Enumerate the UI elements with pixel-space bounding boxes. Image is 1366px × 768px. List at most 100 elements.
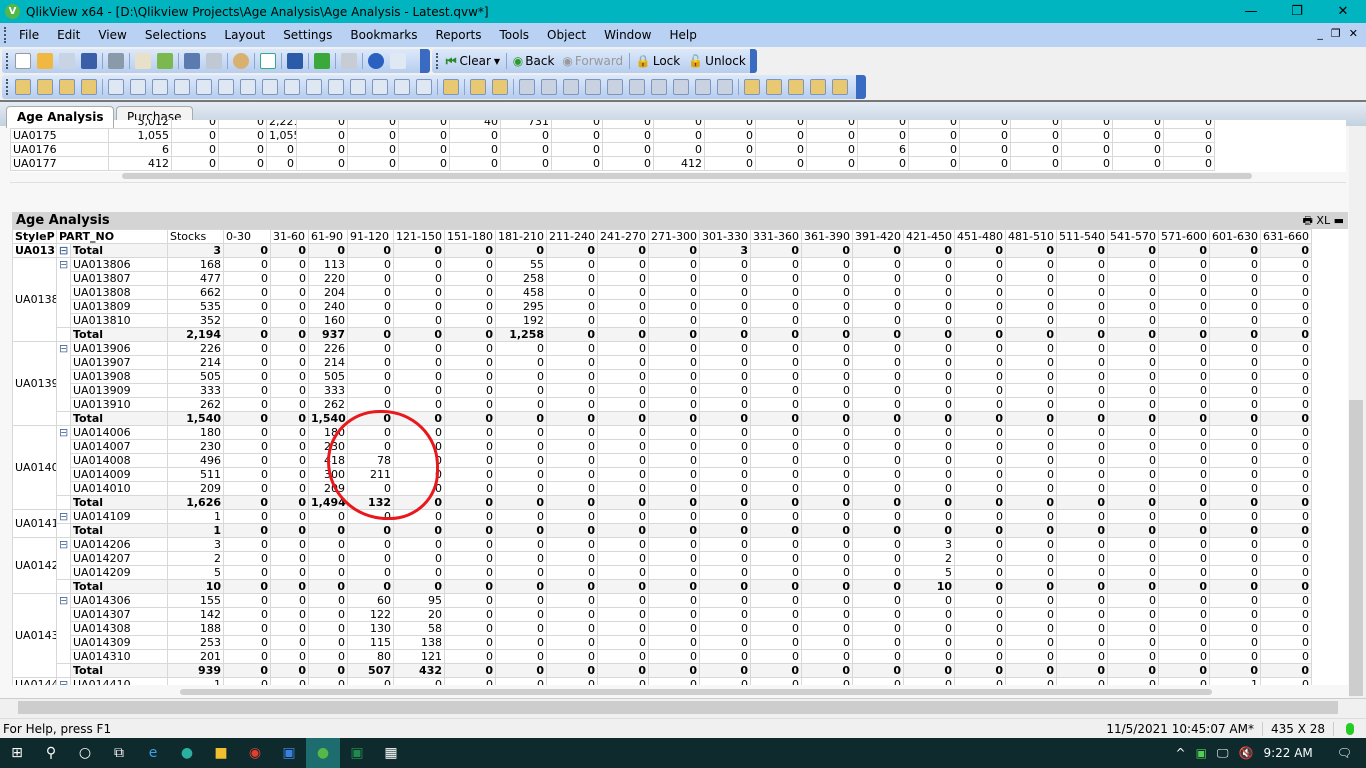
clear-button[interactable]: ⏮ Clear ▼: [442, 54, 504, 69]
part-no-cell[interactable]: UA014006: [69, 425, 169, 440]
menu-selections[interactable]: Selections: [136, 28, 216, 42]
column-header[interactable]: 331-360: [750, 229, 803, 244]
column-header[interactable]: 511-540: [1056, 229, 1109, 244]
tab-age-analysis[interactable]: Age Analysis: [6, 106, 115, 128]
table-box-icon[interactable]: [152, 79, 168, 95]
column-header[interactable]: StyleP: [12, 229, 57, 244]
search-icon[interactable]: ⚲: [34, 738, 68, 768]
column-header[interactable]: 481-510: [1005, 229, 1058, 244]
input-box-icon[interactable]: [218, 79, 234, 95]
part-no-cell[interactable]: UA013906: [69, 341, 169, 356]
context-help-icon[interactable]: [390, 53, 406, 69]
column-header[interactable]: 211-240: [546, 229, 599, 244]
column-header[interactable]: 631-660: [1260, 229, 1313, 244]
adjust-left-icon[interactable]: [695, 79, 711, 95]
part-no-cell[interactable]: UA013907: [69, 355, 169, 370]
redo-icon[interactable]: [206, 53, 222, 69]
chart-wizard-2-icon[interactable]: [443, 79, 459, 95]
clock[interactable]: 9:22 AM: [1263, 746, 1312, 760]
expand-cell[interactable]: [56, 285, 71, 300]
minimize-object-icon[interactable]: ▬: [1334, 214, 1344, 227]
bookmark-star-icon[interactable]: [314, 53, 330, 69]
column-header[interactable]: 421-450: [903, 229, 956, 244]
part-no-cell[interactable]: UA014008: [69, 453, 169, 468]
collapse-icon[interactable]: ⊟: [59, 343, 68, 355]
align-top-icon[interactable]: [629, 79, 645, 95]
vb-icon[interactable]: ▣: [272, 738, 306, 768]
search-object-icon[interactable]: [372, 79, 388, 95]
expand-cell[interactable]: [56, 369, 71, 384]
back-button[interactable]: ◉ Back: [509, 54, 559, 68]
search-icon[interactable]: [233, 53, 249, 69]
column-header[interactable]: 391-420: [852, 229, 905, 244]
part-no-cell[interactable]: UA014206: [69, 537, 169, 552]
mdi-restore-button[interactable]: ❐: [1331, 27, 1341, 40]
style-cell[interactable]: UA0138: [12, 257, 57, 342]
expand-cell[interactable]: [56, 551, 71, 566]
line-arrow-icon[interactable]: [306, 79, 322, 95]
chrome-icon[interactable]: ◉: [238, 738, 272, 768]
expand-cell[interactable]: [56, 313, 71, 328]
menu-reports[interactable]: Reports: [426, 28, 490, 42]
part-no-cell[interactable]: UA014009: [69, 467, 169, 482]
print-icon[interactable]: 🖶: [1303, 214, 1313, 227]
part-no-cell[interactable]: UA013908: [69, 369, 169, 384]
multi-box-icon[interactable]: [174, 79, 190, 95]
unlock-button[interactable]: 🔓 Unlock: [684, 54, 750, 68]
space-vertical-icon[interactable]: [651, 79, 667, 95]
expand-cell[interactable]: ⊟: [56, 509, 71, 524]
expand-cell[interactable]: [56, 621, 71, 636]
column-header[interactable]: 181-210: [495, 229, 548, 244]
format-painter-icon[interactable]: [470, 79, 486, 95]
menu-layout[interactable]: Layout: [215, 28, 274, 42]
collapse-icon[interactable]: ⊟: [59, 679, 68, 686]
column-header[interactable]: 121-150: [393, 229, 446, 244]
expand-cell[interactable]: [56, 453, 71, 468]
expand-cell[interactable]: [56, 271, 71, 286]
sheet-properties-icon[interactable]: [81, 79, 97, 95]
style-cell[interactable]: UA0140: [12, 425, 57, 510]
part-no-cell[interactable]: UA013910: [69, 397, 169, 412]
volume-muted-icon[interactable]: 🔇: [1238, 746, 1253, 760]
expand-cell[interactable]: [56, 439, 71, 454]
tray-overflow-icon[interactable]: ^: [1176, 746, 1186, 760]
part-no-cell[interactable]: UA014207: [69, 551, 169, 566]
forward-button[interactable]: ◉ Forward: [558, 54, 627, 68]
part-no-cell[interactable]: UA014309: [69, 635, 169, 650]
user-prefs-icon[interactable]: [744, 79, 760, 95]
minimize-button[interactable]: —: [1228, 0, 1274, 23]
expand-cell[interactable]: ⊟: [56, 537, 71, 552]
expand-cell[interactable]: [56, 523, 71, 538]
expand-cell[interactable]: [56, 397, 71, 412]
column-header[interactable]: 451-480: [954, 229, 1007, 244]
reload-icon[interactable]: [59, 53, 75, 69]
container-icon[interactable]: [394, 79, 410, 95]
expand-cell[interactable]: [56, 481, 71, 496]
part-no-cell[interactable]: UA014209: [69, 565, 169, 580]
doc-props-icon[interactable]: [766, 79, 782, 95]
menu-view[interactable]: View: [89, 28, 135, 42]
edit-script-icon[interactable]: [135, 53, 151, 69]
help-icon[interactable]: [368, 53, 384, 69]
part-no-cell[interactable]: UA013806: [69, 257, 169, 272]
send-to-excel-button[interactable]: XL: [1316, 214, 1330, 227]
style-cell[interactable]: UA0176: [10, 142, 109, 157]
part-no-cell[interactable]: UA014310: [69, 649, 169, 664]
web-view-icon[interactable]: [832, 79, 848, 95]
adjust-top-icon[interactable]: [717, 79, 733, 95]
collapse-icon[interactable]: ⊟: [59, 539, 68, 551]
expression-overview-icon[interactable]: [810, 79, 826, 95]
column-header[interactable]: PART_NO: [55, 229, 169, 244]
bookmark-object-icon[interactable]: [350, 79, 366, 95]
column-header[interactable]: 361-390: [801, 229, 854, 244]
sheet-horizontal-scrollbar[interactable]: [0, 698, 1366, 716]
main-table-horizontal-scrollbar[interactable]: [180, 689, 1212, 695]
expand-cell[interactable]: [56, 565, 71, 580]
expand-cell[interactable]: ⊟: [56, 257, 71, 272]
part-no-cell[interactable]: UA014410: [69, 677, 169, 685]
mdi-minimize-button[interactable]: _: [1317, 27, 1323, 40]
scroll-thumb[interactable]: [18, 701, 1338, 714]
collapse-icon[interactable]: ⊟: [59, 245, 68, 257]
style-cell[interactable]: UA0175: [10, 128, 109, 143]
text-object-icon[interactable]: [284, 79, 300, 95]
